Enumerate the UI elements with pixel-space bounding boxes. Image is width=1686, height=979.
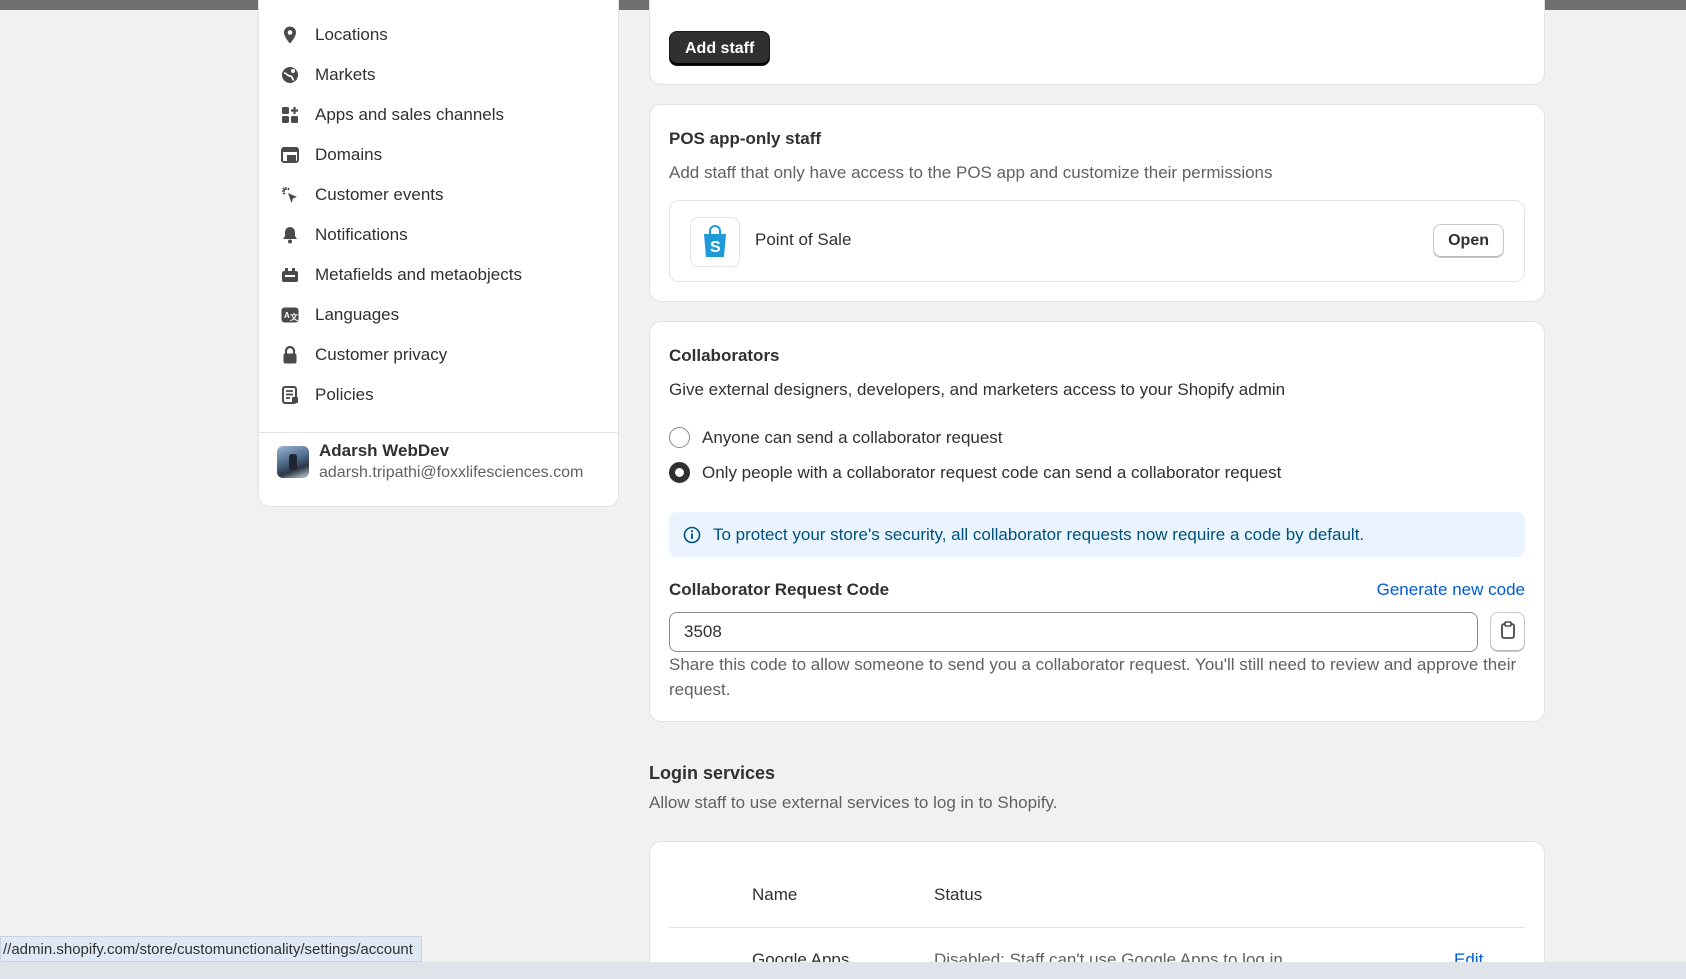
table-divider (669, 927, 1525, 928)
staff-card: Add staff (649, 0, 1545, 85)
sidebar-item-label: Domains (315, 145, 383, 164)
collaborators-description: Give external designers, developers, and… (669, 380, 1286, 399)
policies-icon (279, 384, 301, 406)
avatar (277, 446, 309, 478)
sidebar-item-label: Markets (315, 65, 376, 84)
user-email: adarsh.tripathi@foxxlifesciences.com (319, 464, 584, 481)
sidebar-item-label: Metafields and metaobjects (315, 265, 522, 284)
settings-sidebar: Locations Markets Apps and sales channel… (258, 0, 619, 507)
collaborator-code-input[interactable] (669, 612, 1478, 652)
radio-anyone-can-request[interactable]: Anyone can send a collaborator request (669, 427, 1003, 448)
user-account[interactable]: Adarsh WebDev adarsh.tripathi@foxxlifesc… (277, 440, 583, 484)
globe-icon (279, 64, 301, 86)
svg-text:S: S (710, 239, 721, 256)
language-icon: A文 (279, 304, 301, 326)
shopify-pos-logo-icon: S (690, 217, 740, 267)
radio-code-required[interactable]: Only people with a collaborator request … (669, 462, 1281, 483)
user-name: Adarsh WebDev (319, 441, 450, 460)
security-info-banner: To protect your store's security, all co… (669, 512, 1525, 557)
pos-staff-title: POS app-only staff (669, 129, 822, 148)
login-services-description: Allow staff to use external services to … (649, 793, 1058, 812)
taskbar (0, 962, 1686, 979)
collaborators-title: Collaborators (669, 346, 780, 365)
svg-text:文: 文 (290, 312, 299, 322)
sidebar-item-apps[interactable]: Apps and sales channels (279, 99, 504, 131)
open-pos-button[interactable]: Open (1433, 224, 1504, 258)
sidebar-item-customer-events[interactable]: Customer events (279, 179, 444, 211)
pos-app-name: Point of Sale (755, 230, 852, 249)
login-services-title: Login services (649, 763, 776, 783)
radio-unchecked[interactable] (669, 427, 690, 448)
sidebar-item-metafields[interactable]: Metafields and metaobjects (279, 259, 522, 291)
bell-icon (279, 224, 301, 246)
code-help-text: Share this code to allow someone to send… (669, 655, 1517, 699)
column-header-name: Name (752, 885, 798, 904)
sidebar-item-markets[interactable]: Markets (279, 59, 375, 91)
clipboard-icon (1500, 620, 1516, 644)
sidebar-item-locations[interactable]: Locations (279, 19, 388, 51)
info-icon (683, 526, 701, 544)
copy-code-button[interactable] (1490, 612, 1525, 652)
sidebar-item-label: Customer events (315, 185, 444, 204)
banner-text: To protect your store's security, all co… (713, 524, 1365, 544)
apps-icon (279, 104, 301, 126)
metafields-icon (279, 264, 301, 286)
browser-status-url: //admin.shopify.com/store/customunctiona… (0, 936, 422, 962)
sidebar-item-customer-privacy[interactable]: Customer privacy (279, 339, 447, 371)
sidebar-item-label: Languages (315, 305, 400, 324)
sidebar-item-label: Customer privacy (315, 345, 448, 364)
sidebar-item-label: Locations (315, 25, 388, 44)
cursor-click-icon (279, 184, 301, 206)
generate-new-code-link[interactable]: Generate new code (1377, 580, 1525, 600)
pos-staff-description: Add staff that only have access to the P… (669, 163, 1273, 182)
pos-app-row: S Point of Sale Open (669, 200, 1525, 282)
lock-icon (279, 344, 301, 366)
sidebar-item-notifications[interactable]: Notifications (279, 219, 408, 251)
sidebar-item-languages[interactable]: A文 Languages (279, 299, 399, 331)
add-staff-button[interactable]: Add staff (669, 31, 771, 66)
code-label: Collaborator Request Code (669, 580, 890, 599)
sidebar-item-label: Notifications (315, 225, 408, 244)
radio-checked[interactable] (669, 462, 690, 483)
sidebar-item-label: Policies (315, 385, 374, 404)
login-services-card: Name Status Google Apps Disabled: Staff … (649, 841, 1545, 979)
column-header-status: Status (934, 885, 983, 904)
sidebar-item-policies[interactable]: Policies (279, 379, 374, 411)
sidebar-divider (259, 432, 618, 433)
collaborators-card: Collaborators Give external designers, d… (649, 321, 1545, 722)
pos-staff-card: POS app-only staff Add staff that only h… (649, 104, 1545, 302)
sidebar-item-label: Apps and sales channels (315, 105, 505, 124)
radio-label: Only people with a collaborator request … (702, 462, 1282, 482)
domains-icon (279, 144, 301, 166)
location-pin-icon (279, 24, 301, 46)
radio-label: Anyone can send a collaborator request (702, 427, 1003, 447)
sidebar-item-domains[interactable]: Domains (279, 139, 382, 171)
